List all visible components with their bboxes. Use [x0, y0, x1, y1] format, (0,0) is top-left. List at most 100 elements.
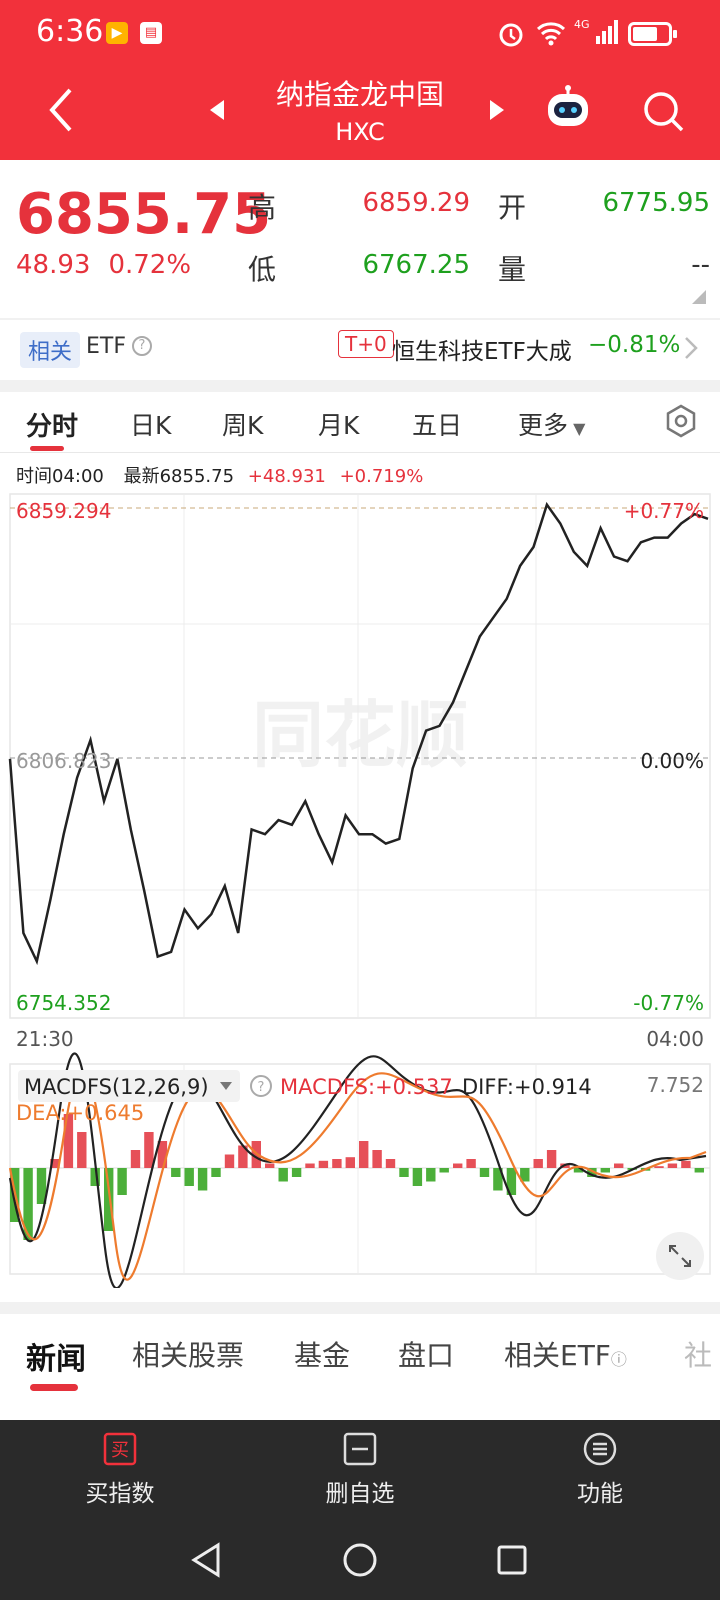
intraday-chart[interactable]: 同花顺 6859.294 6806.823 6754.352 +0.77% 0.…	[0, 488, 720, 1288]
low-label: 低	[248, 253, 277, 286]
low-value: 6767.25	[362, 250, 470, 280]
functions-button[interactable]: 功能	[520, 1432, 680, 1508]
related-etf-row[interactable]: 相关 ETF ? T+0 恒生科技ETF大成 −0.81%	[0, 322, 720, 380]
next-index-icon[interactable]	[488, 98, 506, 122]
recents-square-icon[interactable]	[496, 1544, 528, 1576]
high-value: 6859.29	[362, 188, 470, 218]
macd-bar	[533, 1159, 543, 1168]
macd-bar	[694, 1168, 704, 1173]
open-label: 开	[498, 191, 527, 224]
search-icon[interactable]	[642, 90, 686, 134]
settings-hex-icon[interactable]	[664, 404, 698, 438]
macd-bar	[681, 1160, 691, 1168]
macd-bar	[184, 1168, 194, 1186]
functions-label: 功能	[577, 1481, 623, 1507]
etf-change-percent: −0.81%	[588, 332, 681, 358]
dea-value: DEA:+0.645	[16, 1101, 144, 1125]
y-label-high: 6859.294	[16, 499, 111, 523]
pct-label-mid: 0.00%	[640, 749, 704, 773]
macd-bar	[412, 1168, 423, 1186]
buy-index-button[interactable]: 买 买指数	[40, 1432, 200, 1508]
macd-bar	[546, 1150, 557, 1168]
page-title: 纳指金龙中国	[275, 78, 444, 111]
macd-bar	[385, 1159, 396, 1168]
back-arrow-icon[interactable]	[44, 86, 78, 134]
signal-icon: 4G	[574, 18, 618, 44]
svg-text:买: 买	[111, 1440, 129, 1461]
tab-news[interactable]: 新闻	[26, 1334, 86, 1378]
tab-more[interactable]: 更多 ▼	[518, 406, 585, 442]
high-label: 高	[248, 191, 277, 224]
macdfs-value: MACDFS:+0.537	[280, 1075, 453, 1099]
x-label-end: 04:00	[646, 1027, 704, 1051]
home-circle-icon[interactable]	[342, 1542, 378, 1578]
change-percent: 0.72%	[108, 250, 192, 280]
robot-assistant-icon[interactable]	[546, 84, 590, 132]
macd-bar	[130, 1150, 141, 1168]
divider	[0, 452, 720, 453]
info-latest: 最新6855.75	[123, 466, 235, 487]
volume-label: 量	[498, 253, 527, 286]
macd-bar	[278, 1168, 288, 1182]
app-notification-icon: ▶	[106, 22, 128, 44]
tab-related-etf[interactable]: 相关ETFⓘ	[504, 1334, 627, 1374]
tab-daily-k[interactable]: 日K	[130, 406, 171, 442]
diff-value: DIFF:+0.914	[462, 1075, 592, 1099]
macd-bar	[291, 1168, 302, 1177]
x-label-start: 21:30	[16, 1027, 74, 1051]
macd-bar	[117, 1168, 127, 1195]
tab-community[interactable]: 社	[684, 1334, 712, 1374]
etf-label: ETF	[86, 334, 126, 359]
macd-bar	[318, 1160, 329, 1168]
tab-five-day[interactable]: 五日	[412, 406, 462, 442]
macd-bar	[372, 1150, 382, 1168]
change-value: 48.93	[16, 250, 91, 280]
macd-bar	[211, 1168, 221, 1177]
macd-bar	[439, 1168, 449, 1173]
system-nav-bar	[0, 1520, 720, 1600]
battery-icon	[628, 22, 677, 46]
macd-bar	[77, 1132, 87, 1168]
wifi-icon	[536, 22, 566, 46]
back-triangle-icon[interactable]	[190, 1542, 222, 1578]
alarm-icon	[499, 23, 523, 47]
macd-max-value: 7.752	[647, 1073, 704, 1097]
macd-bar	[224, 1154, 235, 1168]
tab-intraday[interactable]: 分时	[26, 406, 78, 443]
app-notification-icon-2: ▤	[140, 22, 162, 44]
chart-tabs: 分时 日K 周K 月K 五日 更多 ▼	[0, 392, 720, 452]
related-tag: 相关	[20, 332, 81, 368]
index-code: HXC	[335, 118, 385, 146]
buy-icon: 买	[103, 1432, 137, 1466]
prev-index-icon[interactable]	[208, 98, 226, 122]
macd-bar	[197, 1168, 208, 1191]
active-tab-indicator	[30, 1384, 78, 1391]
y-label-mid: 6806.823	[16, 749, 111, 773]
help-icon[interactable]: ?	[132, 336, 152, 356]
tab-monthly-k[interactable]: 月K	[318, 406, 359, 442]
dropdown-icon: ▼	[568, 419, 586, 438]
macd-bar	[654, 1166, 664, 1168]
macd-bar	[144, 1132, 154, 1168]
tab-weekly-k[interactable]: 周K	[222, 406, 263, 442]
macd-bar	[332, 1159, 342, 1168]
macd-bar	[359, 1141, 369, 1168]
macd-selector-label: MACDFS(12,26,9)	[24, 1075, 209, 1099]
tab-order-book[interactable]: 盘口	[398, 1334, 454, 1374]
y-label-low: 6754.352	[16, 991, 111, 1015]
remove-watchlist-button[interactable]: 删自选	[280, 1432, 440, 1508]
status-time: 6:36	[36, 14, 104, 49]
tab-funds[interactable]: 基金	[294, 1334, 350, 1374]
expand-corner-icon[interactable]	[692, 290, 706, 304]
minus-box-icon	[343, 1432, 377, 1466]
network-label: 4G	[574, 18, 590, 31]
divider	[0, 318, 720, 320]
news-tabs: 新闻 相关股票 基金 盘口 相关ETFⓘ 社	[0, 1318, 720, 1398]
tab-related-stocks[interactable]: 相关股票	[132, 1334, 244, 1374]
macd-bar	[265, 1163, 275, 1168]
tab-more-label: 更多	[518, 411, 569, 440]
crosshair-info: 时间04:00 最新6855.75 +48.931 +0.719%	[16, 462, 423, 488]
pct-label-high: +0.77%	[624, 499, 704, 523]
status-bar: 6:36 ▶ ▤ 4G	[0, 0, 720, 70]
fullscreen-button[interactable]	[656, 1232, 704, 1280]
